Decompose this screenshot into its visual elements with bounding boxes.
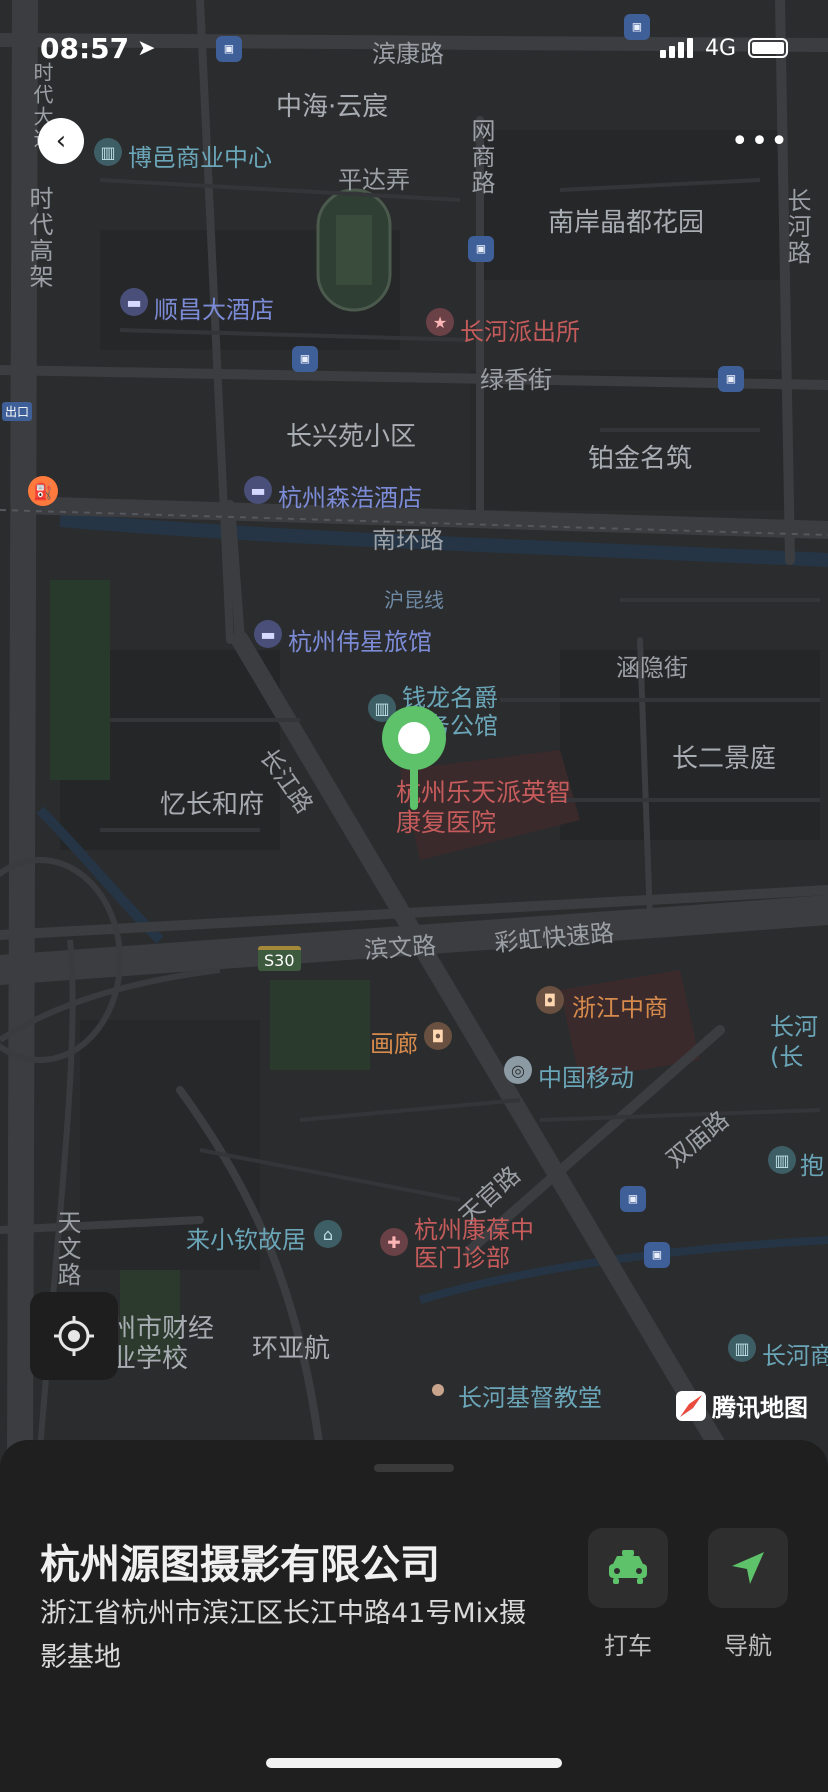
place-title: 杭州源图摄影有限公司 [40,1542,440,1588]
poi-label[interactable]: 博邑商业中心 [128,138,272,173]
location-pin[interactable] [382,706,446,810]
area-label: 中海·云宸 [276,92,389,122]
police-icon: ★ [426,308,454,336]
pin-center [398,722,430,754]
landmark-icon: ⌂ [314,1220,342,1248]
navigate-button-circle[interactable] [708,1528,788,1608]
map-view[interactable]: 滨康路 中海·云宸 网商路 博邑商业中心 平达弄 南岸晶都花园 长河路 时代高架… [0,0,828,1450]
status-time: 08:57 [40,31,130,65]
road-label: 时代高架 [25,186,53,290]
road-label: 绿香街 [480,366,552,394]
poi-label[interactable]: 长河商 [762,1336,828,1371]
more-options-button[interactable]: ••• [731,124,790,159]
place-info-sheet[interactable]: 杭州源图摄影有限公司 浙江省杭州市滨江区长江中路41号Mix摄影基地 打车 导航 [0,1440,828,1792]
location-arrow-icon: ➤ [137,35,156,61]
road-label: 天文路 [53,1210,81,1288]
area-label: 环亚航 [252,1334,331,1364]
chevron-left-icon: ‹ [55,126,67,156]
china-mobile-icon: ◎ [504,1056,532,1084]
hotel-icon: ▬ [120,288,148,316]
area-label: 南岸晶都花园 [548,208,705,238]
more-icon: ••• [730,124,790,159]
crosshair-icon [54,1316,94,1356]
poi-label[interactable]: 画廊 [370,1024,418,1059]
shopping-icon: ◘ [536,986,564,1014]
road-label: 长河路 [783,188,811,266]
navigate-icon [732,1552,764,1584]
taxi-icon [609,1550,647,1584]
exit-sign: 出口 [2,402,33,421]
poi-label[interactable]: 浙江中商 [572,988,668,1023]
bus-stop-icon[interactable]: ▣ [718,366,744,392]
shopping-icon: ◘ [424,1022,452,1050]
bus-stop-icon[interactable]: ▣ [644,1242,670,1268]
home-indicator[interactable] [266,1758,562,1768]
pin-head [382,706,446,770]
place-address: 浙江省杭州市滨江区长江中路41号Mix摄影基地 [40,1598,527,1673]
clinic-icon: ✚ [380,1228,408,1256]
hotel-icon: ▬ [254,620,282,648]
poi-label[interactable]: 来小钦故居 [186,1220,306,1255]
taxi-button[interactable]: 打车 [588,1528,668,1661]
building-icon: ▥ [728,1334,756,1362]
pin-stem [410,764,418,810]
road-label: 平达弄 [338,166,410,194]
navigate-label: 导航 [724,1632,772,1660]
area-label: 州市财经业学校 [110,1314,215,1374]
poi-label[interactable]: 杭州伟星旅馆 [288,622,432,657]
tencent-map-icon [676,1390,706,1421]
taxi-label: 打车 [604,1632,652,1660]
road-label: 南环路 [372,526,444,554]
poi-label[interactable]: 长河(长 [770,1012,828,1072]
sheet-drag-handle[interactable] [374,1464,454,1472]
road-label: 网商路 [467,118,495,196]
area-label: 铂金名筑 [588,444,693,474]
rail-label: 沪昆线 [384,588,444,612]
navigate-button[interactable]: 导航 [708,1528,788,1661]
road-label: 滨文路 [363,931,438,965]
area-label: 长二景庭 [672,744,777,774]
status-bar: 08:57 ➤ 4G [40,28,788,68]
building-icon: ▥ [94,138,122,166]
map-provider-logo: 腾讯地图 [676,1388,808,1423]
poi-label[interactable]: 杭州森浩酒店 [278,478,422,513]
hotel-icon: ▬ [244,476,272,504]
back-button[interactable]: ‹ [38,118,84,164]
road-label: 涵隐街 [616,654,688,682]
area-label: 忆长和府 [160,790,265,820]
area-label: 长兴苑小区 [286,422,417,452]
highway-shield: S30 [258,946,301,971]
locate-me-button[interactable] [30,1292,118,1380]
church-icon [432,1384,444,1396]
bus-stop-icon[interactable]: ▣ [292,346,318,372]
poi-label[interactable]: 中国移动 [538,1058,634,1093]
poi-label[interactable]: 抱 [800,1146,824,1181]
map-provider-name: 腾讯地图 [712,1394,808,1422]
taxi-button-circle[interactable] [588,1528,668,1608]
building-icon: ▥ [768,1146,796,1174]
poi-label[interactable]: 长河派出所 [460,312,580,347]
poi-label[interactable]: 顺昌大酒店 [154,290,274,325]
network-type: 4G [704,35,736,61]
bus-stop-icon[interactable]: ▣ [620,1186,646,1212]
battery-icon [748,38,788,58]
poi-label[interactable]: 杭州康葆中医门诊部 [414,1216,544,1272]
bus-stop-icon[interactable]: ▣ [468,236,494,262]
signal-icon [659,38,693,58]
gas-station-icon: ⛽ [28,476,58,506]
poi-label[interactable]: 长河基督教堂 [458,1378,602,1413]
